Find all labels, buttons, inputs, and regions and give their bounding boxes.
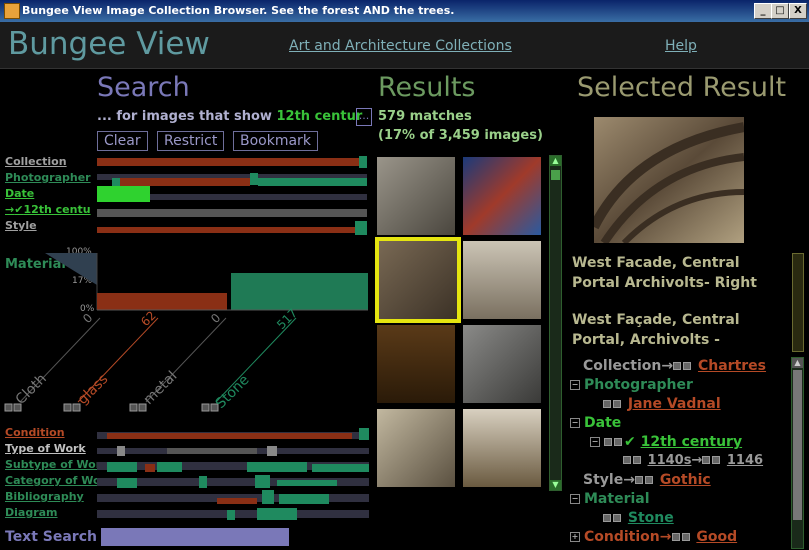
expand-icon[interactable]: + <box>570 532 580 542</box>
description-scrollbar[interactable] <box>792 253 804 352</box>
facet-bars-bottom[interactable] <box>97 428 369 523</box>
restrict-button[interactable]: Restrict <box>157 131 225 151</box>
tree-date[interactable]: − Date <box>570 415 621 431</box>
maximize-button[interactable]: □ <box>771 3 789 19</box>
tree-photographer-value-row[interactable]: Jane Vadnal <box>603 396 721 412</box>
close-button[interactable]: X <box>789 3 807 19</box>
selected-heading: Selected Result <box>577 72 787 103</box>
query-value[interactable]: 12th centur <box>276 109 362 124</box>
bookmark-button[interactable]: Bookmark <box>233 131 318 151</box>
results-scroll-down[interactable]: ▼ <box>550 480 561 490</box>
text-search-label: Text Search <box>5 529 97 545</box>
selected-title-1: West Facade, Central Portal Archivolts- … <box>572 255 757 291</box>
tree-collection-value[interactable]: Chartres <box>698 358 766 374</box>
tree-date-value[interactable]: 12th century <box>641 434 742 450</box>
facet-bibliography[interactable]: Bibliography <box>5 490 84 503</box>
search-heading: Search <box>97 72 190 103</box>
tree-material-value[interactable]: Stone <box>628 510 674 526</box>
window-title: Bungee View Image Collection Browser. Se… <box>22 4 455 17</box>
histogram-perspective <box>45 253 97 285</box>
date-arrow: → <box>5 203 15 216</box>
tree-date-range[interactable]: 1140s→ 1146 <box>623 453 763 468</box>
collapse-icon[interactable]: − <box>590 437 600 447</box>
collapse-icon[interactable]: − <box>570 494 580 504</box>
tree-material[interactable]: − Material <box>570 491 650 507</box>
clear-button[interactable]: Clear <box>97 131 148 151</box>
tree-collection[interactable]: Collection→ Chartres <box>583 358 766 374</box>
tree-scroll-thumb[interactable] <box>793 370 802 520</box>
tree-material-value-row[interactable]: Stone <box>603 510 674 526</box>
tree-scroll-up[interactable]: ▲ <box>792 358 803 368</box>
results-count: 579 matches <box>378 109 472 124</box>
results-heading: Results <box>378 72 476 103</box>
text-search-input[interactable] <box>101 528 289 546</box>
result-thumb-1[interactable] <box>377 157 455 235</box>
tree-date-value-row[interactable]: − ✔ 12th century <box>590 434 742 450</box>
results-scroll-up[interactable]: ▲ <box>550 156 561 166</box>
date-selection-label: 12th centu <box>23 203 91 216</box>
facet-category-of-work[interactable]: Category of Wo <box>5 474 101 487</box>
tree-condition-value[interactable]: Good <box>696 529 737 545</box>
facet-collection[interactable]: Collection <box>5 155 67 168</box>
facet-type-of-work[interactable]: Type of Work <box>5 442 86 455</box>
query-prefix: ... for images that show <box>97 109 272 124</box>
tree-photographer[interactable]: − Photographer <box>570 377 693 393</box>
results-percent: (17% of 3,459 images) <box>378 128 543 143</box>
query-line: ... for images that show 12th centur <box>97 109 362 124</box>
material-labels <box>4 317 297 412</box>
tree-condition[interactable]: + Condition→ Good <box>570 529 737 545</box>
result-thumb-2[interactable] <box>463 157 541 235</box>
tree-style-value[interactable]: Gothic <box>660 472 711 488</box>
result-thumb-5[interactable] <box>377 325 455 403</box>
facet-photographer[interactable]: Photographer <box>5 171 91 184</box>
facet-date-selection[interactable]: →✔12th centu <box>5 203 91 216</box>
tree-photographer-value[interactable]: Jane Vadnal <box>628 396 721 412</box>
result-thumb-7[interactable] <box>377 409 455 487</box>
collections-link[interactable]: Art and Architecture Collections <box>289 38 512 54</box>
result-thumb-selected[interactable] <box>375 237 461 323</box>
selected-title-2: West Façade, Central Portal, Archivolts … <box>572 312 740 348</box>
facet-style[interactable]: Style <box>5 219 37 232</box>
tree-scrollbar[interactable]: ▲ <box>791 357 804 549</box>
facet-subtype-of-work[interactable]: Subtype of Wor <box>5 458 101 471</box>
facet-diagram[interactable]: Diagram <box>5 506 58 519</box>
tree-style[interactable]: Style→ Gothic <box>583 472 711 488</box>
results-scroll-thumb[interactable] <box>551 170 560 180</box>
minimize-button[interactable]: _ <box>754 3 772 19</box>
query-more-button[interactable]: ... <box>356 108 372 126</box>
facet-date[interactable]: Date <box>5 187 34 200</box>
histogram-bar-stone[interactable] <box>231 273 368 310</box>
collapse-icon[interactable]: − <box>570 380 580 390</box>
results-scrollbar[interactable]: ▲ ▼ <box>549 155 562 491</box>
selected-image <box>594 117 744 243</box>
help-link[interactable]: Help <box>665 38 697 54</box>
result-thumb-8[interactable] <box>463 409 541 487</box>
collapse-icon[interactable]: − <box>570 418 580 428</box>
material-histogram[interactable] <box>40 248 370 318</box>
histogram-bar-glass[interactable] <box>97 293 227 310</box>
results-grid[interactable] <box>375 155 545 489</box>
result-thumb-6[interactable] <box>463 325 541 403</box>
result-thumb-4[interactable] <box>463 241 541 319</box>
app-title: Bungee View <box>8 26 210 62</box>
check-icon: ✔ <box>624 434 636 450</box>
window-title-bar: Bungee View Image Collection Browser. Se… <box>0 0 809 22</box>
facet-condition[interactable]: Condition <box>5 426 65 439</box>
app-icon <box>4 3 20 19</box>
